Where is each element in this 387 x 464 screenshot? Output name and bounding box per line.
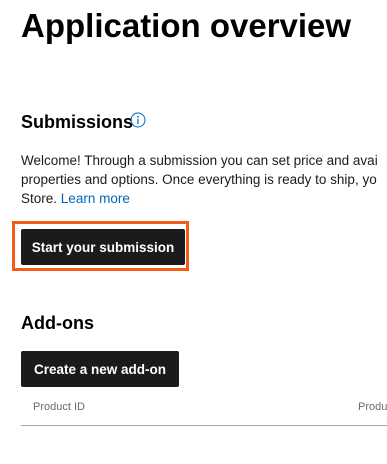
info-icon[interactable] (130, 112, 146, 128)
addons-heading: Add-ons (21, 313, 94, 333)
column-header-product-name[interactable]: Produ (358, 401, 387, 413)
column-header-product-id[interactable]: Product ID (33, 401, 85, 413)
description-line: Welcome! Through a submission you can se… (21, 153, 378, 168)
addons-table-header: Product ID Produ (21, 397, 387, 426)
learn-more-link[interactable]: Learn more (61, 191, 130, 206)
create-addon-button[interactable]: Create a new add-on (21, 351, 179, 387)
submissions-description: Welcome! Through a submission you can se… (21, 151, 387, 208)
page-title: Application overview (21, 7, 352, 44)
description-line: Store. Learn more (21, 189, 387, 208)
description-store-text: Store. (21, 191, 58, 206)
description-line: properties and options. Once everything … (21, 172, 377, 187)
start-submission-button[interactable]: Start your submission (21, 229, 185, 265)
submissions-heading: Submissions (21, 112, 134, 132)
